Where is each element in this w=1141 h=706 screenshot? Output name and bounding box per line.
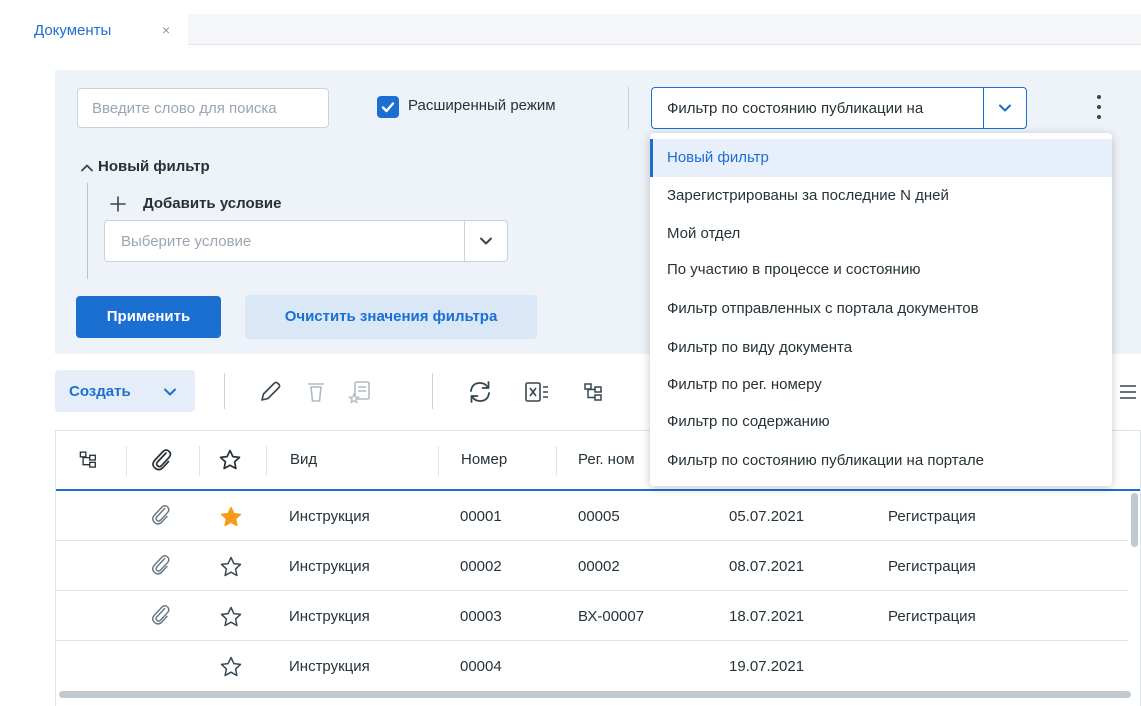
cell-date: 05.07.2021: [729, 508, 805, 525]
horizontal-scrollbar[interactable]: [56, 691, 1131, 699]
cell-date: 18.07.2021: [729, 608, 805, 625]
column-hierarchy[interactable]: [56, 431, 126, 489]
divider: [224, 373, 225, 409]
filter-option[interactable]: Фильтр по состоянию публикации на портал…: [650, 442, 1112, 480]
attachment-icon: [152, 449, 172, 471]
tree-line: [87, 183, 88, 279]
column-kind-label: Вид: [290, 451, 318, 468]
cell-date: 08.07.2021: [729, 558, 805, 575]
cell-kind: Инструкция: [289, 608, 370, 625]
add-condition-button[interactable]: Добавить условие: [143, 195, 281, 212]
create-label: Создать: [69, 383, 131, 400]
filter-select[interactable]: Фильтр по состоянию публикации на: [651, 87, 1027, 129]
apply-button[interactable]: Применить: [76, 296, 221, 338]
filter-option[interactable]: Зарегистрированы за последние N дней: [650, 177, 1112, 215]
star-filled-icon[interactable]: [219, 505, 243, 529]
chevron-up-icon[interactable]: [80, 161, 94, 175]
filter-dropdown: Новый фильтр Зарегистрированы за последн…: [650, 133, 1112, 486]
filter-option[interactable]: Фильтр по содержанию: [650, 403, 1112, 441]
search-input[interactable]: [77, 88, 329, 128]
column-reg-number-label: Рег. ном: [578, 451, 635, 468]
filter-option[interactable]: Фильтр по рег. номеру: [650, 366, 1112, 404]
close-icon[interactable]: ×: [162, 22, 170, 38]
filter-option[interactable]: Фильтр по виду документа: [650, 329, 1112, 367]
table-row[interactable]: Инструкция 00001 00005 05.07.2021 Регист…: [56, 491, 1128, 541]
column-number-label: Номер: [461, 451, 508, 468]
attachment-icon[interactable]: [149, 603, 173, 627]
extended-mode-checkbox[interactable]: [377, 96, 399, 118]
pencil-icon[interactable]: [256, 378, 284, 406]
cell-stage: Регистрация: [888, 558, 976, 575]
cell-kind: Инструкция: [289, 508, 370, 525]
filter-option[interactable]: Мой отдел: [650, 215, 1112, 253]
create-button[interactable]: Создать: [55, 370, 195, 412]
chevron-down-icon: [999, 104, 1011, 112]
cell-reg-number: 00002: [578, 558, 620, 575]
column-attachment[interactable]: [127, 431, 199, 489]
tab-label: Документы: [34, 22, 112, 39]
star-icon[interactable]: [219, 605, 243, 629]
condition-placeholder: Выберите условие: [121, 233, 252, 250]
list-settings-icon[interactable]: [1114, 378, 1141, 406]
hierarchy-icon: [79, 451, 96, 468]
column-favorite[interactable]: [200, 431, 266, 489]
table-row[interactable]: Инструкция 00004 19.07.2021: [56, 641, 1128, 691]
cell-reg-number: 00005: [578, 508, 620, 525]
cell-number: 00004: [460, 658, 502, 675]
cell-kind: Инструкция: [289, 558, 370, 575]
refresh-icon[interactable]: [466, 378, 494, 406]
cell-date: 19.07.2021: [729, 658, 805, 675]
delete-icon[interactable]: [302, 378, 330, 406]
cell-number: 00002: [460, 558, 502, 575]
divider: [628, 87, 629, 129]
cell-number: 00003: [460, 608, 502, 625]
filter-select-toggle[interactable]: [983, 88, 1026, 128]
excel-export-icon[interactable]: [523, 378, 551, 406]
star-icon[interactable]: [219, 555, 243, 579]
filter-option[interactable]: Новый фильтр: [650, 139, 1112, 177]
condition-select[interactable]: Выберите условие: [104, 220, 508, 262]
star-icon[interactable]: [219, 655, 243, 679]
table-row[interactable]: Инструкция 00003 ВХ-00007 18.07.2021 Рег…: [56, 591, 1128, 641]
extended-mode-label: Расширенный режим: [408, 97, 556, 114]
column-number[interactable]: Номер: [439, 431, 556, 489]
star-icon: [219, 449, 241, 470]
chevron-down-icon: [480, 237, 492, 245]
column-kind[interactable]: Вид: [267, 431, 437, 489]
cell-reg-number: ВХ-00007: [578, 608, 645, 625]
tab-bar: Документы ×: [20, 14, 1141, 47]
filter-select-value: Фильтр по состоянию публикации на: [667, 100, 924, 117]
attachment-icon[interactable]: [149, 503, 173, 527]
more-options-icon[interactable]: [1089, 92, 1109, 122]
tab-documents[interactable]: Документы ×: [20, 14, 188, 47]
condition-select-toggle[interactable]: [464, 221, 507, 261]
attachment-icon[interactable]: [149, 553, 173, 577]
favorite-doc-icon[interactable]: [346, 378, 374, 406]
filter-tree-title: Новый фильтр: [98, 158, 210, 175]
divider: [432, 373, 433, 409]
clear-filter-button[interactable]: Очистить значения фильтра: [245, 295, 537, 339]
table-row[interactable]: Инструкция 00002 00002 08.07.2021 Регист…: [56, 541, 1128, 591]
cell-stage: Регистрация: [888, 608, 976, 625]
scrollbar-thumb[interactable]: [1131, 493, 1138, 547]
cell-kind: Инструкция: [289, 658, 370, 675]
filter-option[interactable]: Фильтр отправленных с портала документов: [650, 290, 1112, 328]
cell-number: 00001: [460, 508, 502, 525]
plus-icon[interactable]: [109, 195, 127, 213]
hierarchy-icon[interactable]: [580, 378, 608, 406]
chevron-down-icon: [164, 388, 176, 396]
filter-option[interactable]: По участию в процессе и состоянию: [650, 251, 1112, 289]
checkmark-icon: [381, 102, 395, 113]
vertical-scrollbar[interactable]: [1129, 491, 1139, 701]
cell-stage: Регистрация: [888, 508, 976, 525]
scrollbar-thumb[interactable]: [59, 691, 1131, 698]
